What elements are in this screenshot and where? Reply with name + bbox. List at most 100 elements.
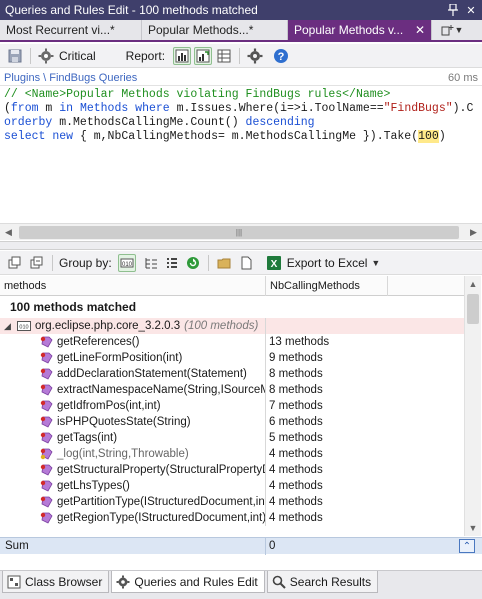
method-icon [40, 368, 53, 380]
scroll-track[interactable]: ||| [17, 225, 465, 240]
table-row[interactable]: getLineFormPosition(int) 9 methods [0, 350, 464, 366]
group-by-assembly-icon[interactable]: 010 [117, 253, 136, 272]
calling-methods-count[interactable]: 13 methods [266, 334, 388, 350]
chevron-down-icon: ▼ [454, 25, 464, 35]
code-line-4: select new { m,NbCallingMethods= m.Metho… [4, 130, 482, 144]
refresh-icon[interactable] [184, 254, 202, 272]
scroll-right-icon[interactable]: ▶ [465, 224, 482, 241]
grid-vertical-scrollbar[interactable]: ▲ ▼ [464, 276, 481, 536]
calling-methods-count[interactable]: 4 methods [266, 462, 388, 478]
class-browser-icon [7, 575, 21, 588]
help-icon[interactable]: ? [272, 47, 290, 65]
method-icon [40, 512, 53, 524]
calling-methods-count[interactable]: 5 methods [266, 430, 388, 446]
method-cell: isPHPQuotesState(String) [0, 414, 266, 430]
table-row[interactable]: getTags(int) 5 methods [0, 430, 464, 446]
toolbar-separator [239, 47, 241, 64]
save-icon[interactable] [6, 47, 24, 65]
doc-tab-popular-methods-active[interactable]: Popular Methods v... ✕ [288, 20, 432, 40]
scroll-thumb[interactable]: ||| [19, 225, 459, 239]
table-row[interactable]: _log(int,String,Throwable) 4 methods [0, 446, 464, 462]
doc-tab-popular-methods-1[interactable]: Popular Methods...* [142, 20, 288, 40]
table-row[interactable]: getReferences() 13 methods [0, 334, 464, 350]
calling-methods-count[interactable]: 6 methods [266, 414, 388, 430]
results-rows: getReferences() 13 methods getLineFormPosi… [0, 334, 464, 526]
folder-icon[interactable] [215, 254, 233, 272]
group-name: org.eclipse.php.core_3.2.0.3 [35, 320, 181, 332]
method-name: getReferences() [57, 336, 140, 348]
close-icon[interactable]: ✕ [415, 23, 425, 37]
sum-row: Sum 0 ⌃ [0, 537, 482, 555]
method-icon [40, 448, 53, 460]
table-row[interactable]: getStructuralProperty(StructuralProperty… [0, 462, 464, 478]
close-icon[interactable]: ✕ [463, 2, 479, 18]
calling-methods-count[interactable]: 4 methods [266, 478, 388, 494]
calling-methods-count[interactable]: 7 methods [266, 398, 388, 414]
code-number: 100 [418, 130, 439, 143]
tab-class-browser[interactable]: Class Browser [2, 571, 110, 593]
group-row[interactable]: ◢ 010 org.eclipse.php.core_3.2.0.3 (100 … [0, 318, 464, 334]
code-token: { m,NbCallingMethods= m.MethodsCallingMe… [73, 130, 419, 143]
tab-label: Class Browser [25, 574, 103, 589]
export-to-excel-button[interactable]: X Export to Excel ▼ [265, 254, 380, 272]
critical-rule-icon [37, 47, 55, 65]
calling-methods-count[interactable]: 9 methods [266, 350, 388, 366]
table-row[interactable]: getRegionType(IStructuredDocument,int) 4 … [0, 510, 464, 526]
group-by-type-icon[interactable] [163, 254, 181, 272]
column-header-methods[interactable]: methods [0, 276, 266, 296]
results-title: 100 methods matched [10, 300, 137, 314]
document-icon[interactable] [237, 254, 255, 272]
tab-menu-dropdown[interactable]: ▼ [432, 20, 472, 40]
column-header-nbcallingmethods[interactable]: NbCallingMethods [266, 276, 388, 296]
doc-tab-most-recurrent[interactable]: Most Recurrent vi...* [0, 20, 142, 40]
query-toolbar: Critical Report: ? [0, 44, 482, 68]
calling-methods-count[interactable]: 8 methods [266, 366, 388, 382]
calling-methods-count[interactable]: 8 methods [266, 382, 388, 398]
table-row[interactable]: getPartitionType(IStructuredDocument,int… [0, 494, 464, 510]
group-value-cell [266, 318, 388, 334]
table-row[interactable]: isPHPQuotesState(String) 6 methods [0, 414, 464, 430]
calling-methods-count[interactable]: 4 methods [266, 510, 388, 526]
pin-icon[interactable] [445, 2, 461, 18]
report-trend-icon[interactable] [194, 46, 213, 65]
scroll-left-icon[interactable]: ◀ [0, 224, 17, 241]
query-timing: 60 ms [448, 71, 478, 84]
expand-all-icon[interactable] [6, 254, 24, 272]
assembly-icon: 010 [17, 321, 31, 331]
tab-search-results[interactable]: Search Results [266, 571, 379, 593]
collapse-all-icon[interactable] [28, 254, 46, 272]
collapse-up-icon[interactable]: ⌃ [459, 539, 475, 553]
editor-horizontal-scrollbar[interactable]: ◀ ||| ▶ [0, 223, 482, 240]
tab-queries-and-rules-edit[interactable]: Queries and Rules Edit [111, 571, 265, 593]
method-name: getLineFormPosition(int) [57, 352, 183, 364]
calling-methods-count[interactable]: 4 methods [266, 494, 388, 510]
search-icon [272, 575, 286, 589]
critical-toggle[interactable]: Critical [37, 47, 104, 65]
breadcrumb-path[interactable]: Plugins \ FindBugs Queries [4, 72, 448, 84]
method-icon [40, 464, 53, 476]
code-keyword: from [10, 102, 39, 115]
method-cell: getIdfromPos(int,int) [0, 398, 266, 414]
collapse-triangle-icon[interactable]: ◢ [4, 321, 15, 332]
code-token: ( [4, 102, 11, 115]
method-icon [40, 384, 53, 396]
report-chart-icon[interactable] [173, 46, 192, 65]
scroll-down-icon[interactable]: ▼ [465, 520, 481, 536]
table-row[interactable]: getIdfromPos(int,int) 7 methods [0, 398, 464, 414]
method-name: getStructuralProperty(StructuralProperty… [57, 464, 265, 476]
table-row[interactable]: getLhsTypes() 4 methods [0, 478, 464, 494]
scroll-up-icon[interactable]: ▲ [465, 276, 481, 292]
report-table-icon[interactable] [215, 47, 233, 65]
query-editor[interactable]: // <Name>Popular Methods violating FindB… [0, 88, 482, 220]
scroll-thumb[interactable] [467, 294, 479, 324]
table-row[interactable]: addDeclarationStatement(Statement) 8 meth… [0, 366, 464, 382]
calling-methods-count[interactable]: 4 methods [266, 446, 388, 462]
toolbar-separator [52, 254, 53, 271]
table-row[interactable]: extractNamespaceName(String,ISourceModul… [0, 382, 464, 398]
gear-icon[interactable] [246, 47, 264, 65]
code-keyword: where [135, 102, 170, 115]
method-cell: getRegionType(IStructuredDocument,int) [0, 510, 266, 526]
pane-splitter[interactable] [0, 241, 482, 250]
sum-label: Sum [0, 537, 266, 555]
group-by-namespace-icon[interactable] [142, 254, 160, 272]
